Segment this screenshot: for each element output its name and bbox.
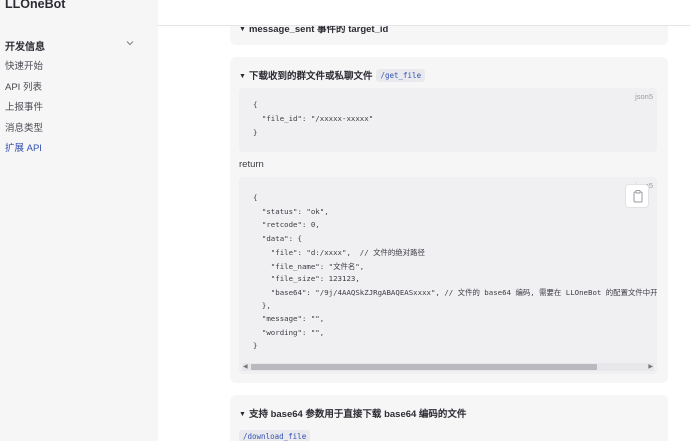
sidebar: LLOneBot 开发信息 快速开始 API 列表 上报事件 消息类型 扩展 A… <box>0 0 158 441</box>
sidebar-item-quick-start[interactable]: 快速开始 <box>5 58 43 72</box>
sidebar-item-api-list[interactable]: API 列表 <box>5 79 42 93</box>
endpoint-code: /get_file <box>376 69 426 82</box>
details-summary[interactable]: ▼ 支持 base64 参数用于直接下载 base64 编码的文件 <box>239 406 466 420</box>
triangle-down-icon: ▼ <box>239 411 246 418</box>
code-line: "status": "ok", <box>253 207 329 216</box>
code-line: { <box>253 193 258 202</box>
code-line: "data": { <box>253 234 302 243</box>
code-line: "file_id": "/xxxxx-xxxxx" <box>253 114 374 123</box>
sidebar-item-message-types[interactable]: 消息类型 <box>5 120 43 134</box>
details-summary[interactable]: ▼ 下载收到的群文件或私聊文件/get_file <box>239 68 426 82</box>
triangle-down-icon: ▼ <box>239 73 246 80</box>
code-line: { <box>253 100 258 109</box>
code-line: }, <box>253 301 271 310</box>
code-line: "file_size": 123123, <box>253 274 360 283</box>
scroll-right-icon[interactable]: ▶ <box>648 363 653 370</box>
scrollbar-thumb[interactable] <box>251 364 597 370</box>
code-line: "file": "d:/xxxx", // 文件的绝对路径 <box>253 248 425 257</box>
endpoint-code: /download_file <box>239 430 311 441</box>
endpoint-row: /download_file <box>239 427 311 441</box>
clipboard-icon <box>633 190 643 203</box>
code-language-label: json5 <box>635 92 653 101</box>
chevron-down-icon[interactable] <box>124 37 136 49</box>
details-download-file[interactable]: ▼ 支持 base64 参数用于直接下载 base64 编码的文件 /downlo… <box>230 395 668 441</box>
code-line: "wording": "", <box>253 328 325 337</box>
code-line: "message": "", <box>253 314 325 323</box>
top-navbar <box>158 0 690 26</box>
triangle-down-icon: ▼ <box>239 26 246 33</box>
details-title-text: 支持 base64 参数用于直接下载 base64 编码的文件 <box>248 409 467 420</box>
sidebar-item-events[interactable]: 上报事件 <box>5 99 43 113</box>
main-content: ▼ message_sent 事件的 target_id ▼ 下载收到的群文件或私聊… <box>158 0 690 441</box>
code-line: "file_name": "文件名", <box>253 262 365 271</box>
scroll-left-icon[interactable]: ◀ <box>243 363 248 370</box>
code-line: "base64": "/9j/4AAQSkZJRgABAQEASxxxx", /… <box>253 288 657 297</box>
sidebar-group-title[interactable]: 开发信息 <box>5 38 45 53</box>
response-code-block: json5 { "status": "ok", "retcode": 0, "d… <box>239 177 657 374</box>
return-label: return <box>239 159 264 170</box>
sidebar-item-extended-api[interactable]: 扩展 API <box>5 140 42 154</box>
code-line: "retcode": 0, <box>253 220 320 229</box>
code-line: } <box>253 128 258 137</box>
horizontal-scrollbar[interactable]: ◀ ▶ <box>242 363 654 371</box>
details-title-text: 下载收到的群文件或私聊文件 <box>248 71 373 82</box>
site-brand[interactable]: LLOneBot <box>5 0 65 11</box>
copy-code-button[interactable] <box>625 184 649 208</box>
code-line: } <box>253 341 258 350</box>
request-code-block: json5 { "file_id": "/xxxxx-xxxxx" } <box>239 88 657 152</box>
